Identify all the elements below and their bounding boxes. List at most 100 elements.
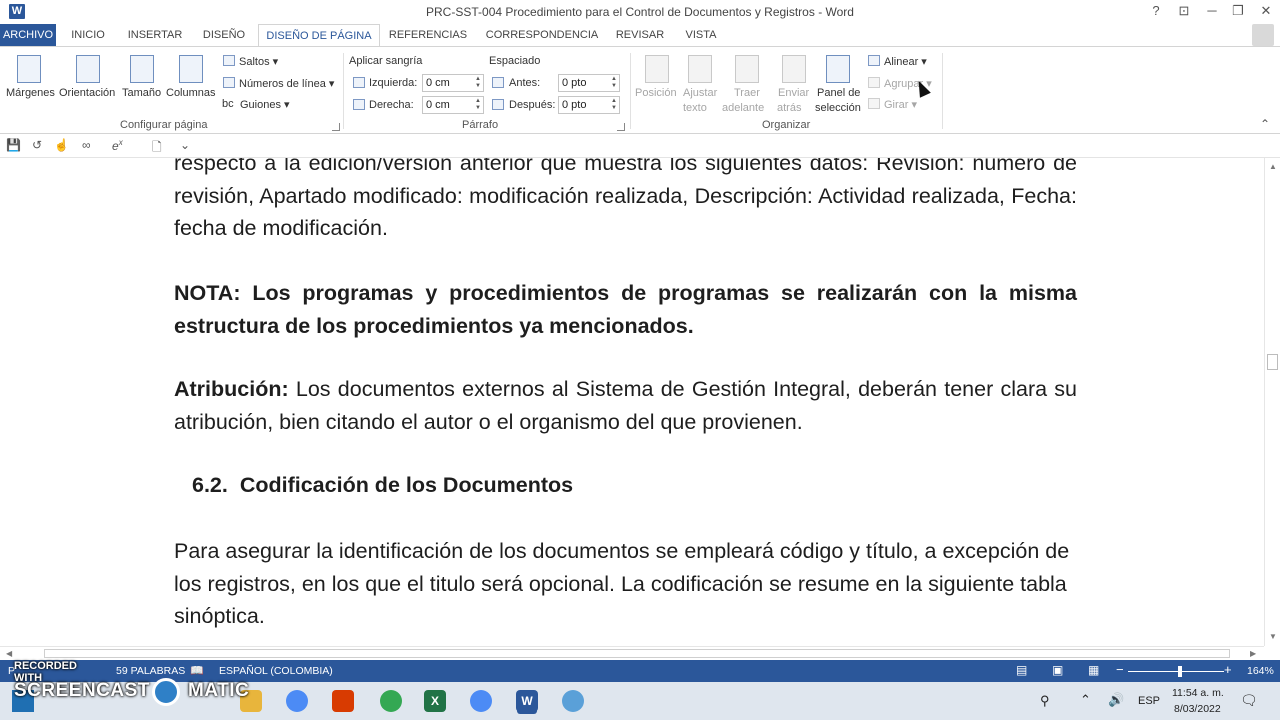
clock-date[interactable]: 8/03/2022	[1174, 703, 1221, 715]
window-title: PRC-SST-004 Procedimiento para el Contro…	[426, 5, 854, 19]
screencast-taskbar-icon[interactable]	[562, 690, 584, 712]
tab-inicio[interactable]: INICIO	[60, 24, 116, 46]
spin-arrows-icon[interactable]: ▲ ▼	[474, 98, 482, 112]
parrafo-launcher-icon[interactable]	[617, 123, 625, 131]
save-icon[interactable]: 💾	[6, 138, 21, 152]
selection-pane-line1[interactable]: Panel de	[817, 87, 860, 99]
tab-diseno[interactable]: DISEÑO	[196, 24, 252, 46]
size-icon[interactable]	[130, 55, 154, 83]
configurar-launcher-icon[interactable]	[332, 123, 340, 131]
orientation-button[interactable]: Orientación	[59, 87, 115, 99]
size-button[interactable]: Tamaño	[122, 87, 161, 99]
ribbon-display-icon[interactable]: ⊡	[1170, 2, 1198, 20]
language-indicator[interactable]: ESPAÑOL (COLOMBIA)	[219, 665, 333, 677]
tray-chevron-icon[interactable]: ⌃	[1080, 692, 1091, 708]
user-account[interactable]	[1236, 24, 1276, 46]
minimize-button[interactable]: ─	[1198, 2, 1226, 20]
close-button[interactable]: ✕	[1252, 2, 1280, 20]
horizontal-scrollbar[interactable]: ◀ ▶	[0, 646, 1264, 660]
zoom-level[interactable]: 164%	[1247, 665, 1274, 677]
columns-button[interactable]: Columnas	[166, 87, 216, 99]
breaks-button[interactable]: Saltos ▾	[239, 55, 278, 68]
help-icon[interactable]: ?	[1142, 2, 1170, 20]
atribucion-text: Los documentos externos al Sistema de Ge…	[174, 377, 1077, 434]
office-icon[interactable]	[332, 690, 354, 712]
position-button[interactable]: Posición	[635, 87, 677, 99]
volume-icon[interactable]: 🔊	[1108, 692, 1124, 708]
align-button[interactable]: Alinear ▾	[884, 55, 927, 68]
selection-pane-icon[interactable]	[826, 55, 850, 83]
print-layout-icon[interactable]: ▣	[1052, 663, 1063, 677]
document-area[interactable]: respecto a la edición/versión anterior q…	[0, 158, 1264, 646]
zoom-slider-knob[interactable]	[1178, 666, 1182, 677]
bring-forward-line1[interactable]: Traer	[734, 87, 760, 99]
indent-left-input[interactable]: 0 cm ▲ ▼	[422, 74, 484, 92]
zoom-in-button[interactable]: +	[1224, 662, 1232, 677]
touch-mode-icon[interactable]: ☝	[54, 138, 69, 152]
watermark-matic: MATIC	[188, 680, 250, 701]
rotate-button[interactable]: Girar ▾	[884, 98, 917, 111]
scroll-up-icon[interactable]: ▲	[1269, 162, 1277, 171]
tab-archivo[interactable]: ARCHIVO	[0, 24, 56, 46]
read-mode-icon[interactable]: ▤	[1016, 663, 1027, 677]
bring-forward-line2[interactable]: adelante	[722, 102, 764, 114]
zoom-out-button[interactable]: −	[1116, 662, 1124, 677]
wrap-text-line2[interactable]: texto	[683, 102, 707, 114]
document-icon[interactable]: 🗋	[152, 138, 162, 159]
spacing-before-value: 0 pto	[562, 77, 587, 89]
send-backward-line1[interactable]: Enviar	[778, 87, 809, 99]
spacing-before-input[interactable]: 0 pto ▲ ▼	[558, 74, 620, 92]
clock-time[interactable]: 11:54 a. m.	[1172, 687, 1224, 699]
indent-right-input[interactable]: 0 cm ▲ ▼	[422, 96, 484, 114]
margins-icon[interactable]	[17, 55, 41, 83]
selection-pane-line2[interactable]: selección	[815, 102, 861, 114]
excel-icon[interactable]: X	[424, 690, 446, 712]
tab-insertar[interactable]: INSERTAR	[122, 24, 188, 46]
avatar[interactable]	[1252, 24, 1274, 46]
tab-revisar[interactable]: REVISAR	[612, 24, 668, 46]
customize-qat-icon[interactable]: ⌄	[180, 138, 190, 152]
word-taskbar-icon[interactable]: W	[516, 690, 538, 712]
proofing-icon[interactable]: 📖	[190, 664, 204, 677]
notifications-icon[interactable]: 🗨	[1240, 692, 1258, 709]
columns-icon[interactable]	[179, 55, 203, 83]
tab-vista[interactable]: VISTA	[676, 24, 726, 46]
tab-diseno-pagina[interactable]: DISEÑO DE PÁGINA	[258, 24, 380, 47]
chrome-second-icon[interactable]	[470, 690, 492, 712]
vertical-scrollbar[interactable]: ▲ ▼	[1264, 158, 1280, 646]
scroll-down-icon[interactable]: ▼	[1269, 632, 1277, 641]
scroll-right-icon[interactable]: ▶	[1250, 649, 1256, 658]
restore-button[interactable]: ❐	[1224, 2, 1252, 20]
word-count[interactable]: 59 PALABRAS	[116, 665, 185, 677]
web-layout-icon[interactable]: ▦	[1088, 663, 1099, 677]
infinity-icon[interactable]: ∞	[82, 138, 91, 152]
spacing-after-value: 0 pto	[562, 99, 587, 111]
spacing-before-label: Antes:	[509, 77, 541, 89]
people-icon[interactable]: ⚲	[1040, 693, 1050, 709]
hyphenation-button[interactable]: Guiones ▾	[240, 98, 290, 111]
spacing-after-input[interactable]: 0 pto ▲ ▼	[558, 96, 620, 114]
indent-left-icon	[353, 77, 365, 88]
send-backward-line2[interactable]: atrás	[777, 102, 801, 114]
collapse-ribbon-icon[interactable]: ⌃	[1260, 117, 1270, 131]
spin-arrows-icon[interactable]: ▲ ▼	[610, 76, 618, 90]
heading-number: 6.2.	[192, 473, 228, 497]
tab-correspondencia[interactable]: CORRESPONDENCIA	[478, 24, 606, 46]
tab-referencias[interactable]: REFERENCIAS	[386, 24, 470, 46]
line-numbers-label: Números de línea	[239, 78, 326, 90]
spin-arrows-icon[interactable]: ▲ ▼	[474, 76, 482, 90]
scroll-left-icon[interactable]: ◀	[6, 649, 12, 658]
horizontal-scroll-thumb[interactable]	[44, 649, 1230, 658]
margins-button[interactable]: Márgenes	[6, 87, 55, 99]
chrome-profile-icon[interactable]	[380, 690, 402, 712]
equation-icon[interactable]: ex	[112, 138, 123, 153]
orientation-icon[interactable]	[76, 55, 100, 83]
input-language[interactable]: ESP	[1138, 695, 1160, 707]
undo-icon[interactable]: ↺	[32, 138, 42, 152]
vertical-scroll-thumb[interactable]	[1267, 354, 1278, 370]
zoom-slider[interactable]	[1128, 671, 1224, 672]
chrome-icon[interactable]	[286, 690, 308, 712]
line-numbers-button[interactable]: Números de línea ▾	[239, 77, 334, 90]
wrap-text-line1[interactable]: Ajustar	[683, 87, 717, 99]
spin-arrows-icon[interactable]: ▲ ▼	[610, 98, 618, 112]
